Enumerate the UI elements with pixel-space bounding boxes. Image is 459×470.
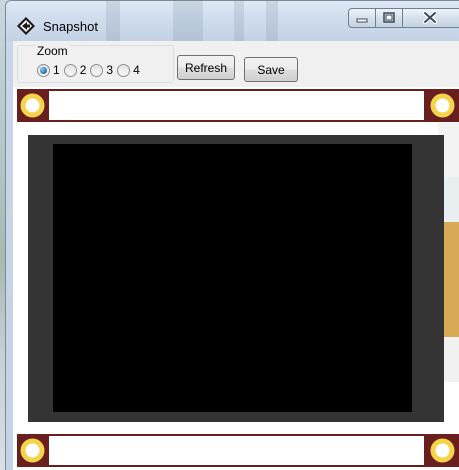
- glass-reflection: [106, 1, 120, 41]
- snapshot-window: Snapshot Zoom 1 2 3 4 Refresh Save: [5, 0, 459, 470]
- radio-button[interactable]: [63, 63, 77, 77]
- refresh-button[interactable]: Refresh: [177, 55, 235, 80]
- close-icon: [423, 11, 437, 24]
- zoom-option-label: 1: [53, 63, 60, 77]
- board-top-edge: [17, 89, 459, 122]
- minimize-icon: [356, 18, 368, 23]
- toolbar: Zoom 1 2 3 4 Refresh Save: [13, 41, 459, 87]
- zoom-group-label: Zoom: [35, 44, 70, 58]
- zoom-group: Zoom 1 2 3 4: [17, 45, 174, 83]
- mount-hole-icon: [430, 93, 455, 118]
- mount-hole-icon: [430, 438, 455, 463]
- zoom-option-label: 3: [106, 63, 114, 77]
- radio-button[interactable]: [90, 63, 104, 77]
- lcd-screen[interactable]: [53, 144, 412, 412]
- mount-hole-icon: [20, 93, 45, 118]
- zoom-option-label: 4: [133, 63, 140, 77]
- maximize-button[interactable]: [376, 8, 403, 28]
- window-title: Snapshot: [43, 19, 98, 34]
- zoom-option-label: 2: [79, 63, 87, 77]
- glass-reflection: [234, 1, 244, 41]
- zoom-options: 1 2 3 4: [37, 62, 144, 78]
- board-edge-inner: [49, 91, 424, 120]
- glass-reflection: [173, 1, 203, 41]
- radio-button[interactable]: [117, 63, 131, 77]
- radio-button-checked[interactable]: [37, 63, 50, 77]
- snapshot-screen: Snapshot Zoom 1 2 3 4 Refresh Save: [0, 0, 459, 470]
- maximize-icon: [383, 12, 395, 23]
- zoom-option-1[interactable]: 1: [37, 63, 60, 77]
- diamond-arrow-icon[interactable]: [16, 16, 36, 36]
- zoom-option-4[interactable]: 4: [117, 63, 140, 77]
- board-bottom-edge: [17, 434, 459, 467]
- board-edge-inner: [49, 436, 424, 465]
- title-bar[interactable]: Snapshot: [6, 1, 459, 41]
- snapshot-viewport: [13, 87, 459, 470]
- close-button[interactable]: [403, 8, 459, 28]
- minimize-button[interactable]: [348, 8, 376, 28]
- zoom-option-2[interactable]: 2: [63, 63, 87, 77]
- save-button[interactable]: Save: [244, 57, 298, 82]
- caption-buttons: [348, 8, 459, 30]
- client-area: Zoom 1 2 3 4 Refresh Save: [13, 41, 459, 470]
- zoom-option-3[interactable]: 3: [90, 63, 113, 77]
- glass-reflection: [266, 1, 278, 41]
- mount-hole-icon: [20, 438, 45, 463]
